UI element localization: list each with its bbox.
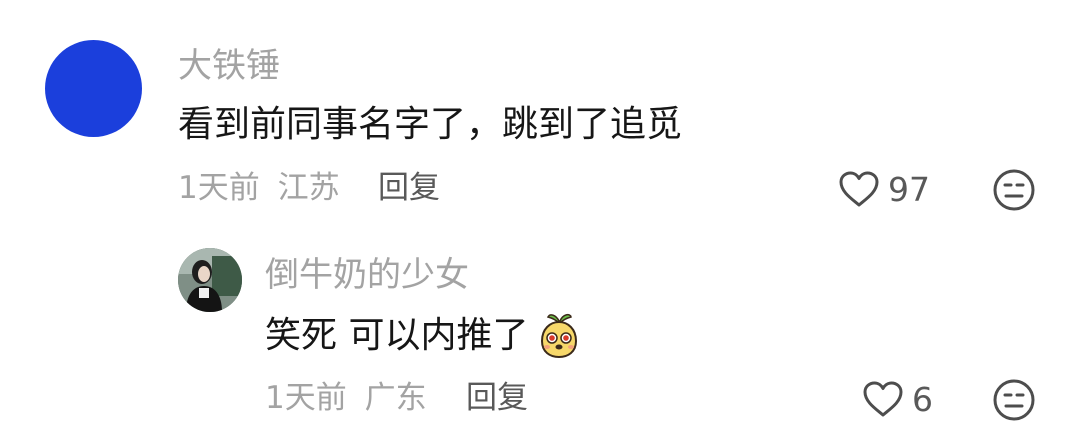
heart-outline-icon xyxy=(863,381,903,417)
comment-location: 广东 xyxy=(364,380,427,416)
reply-button[interactable]: 回复 xyxy=(378,173,440,204)
like-button[interactable]: 97 xyxy=(838,170,930,208)
dislike-button[interactable] xyxy=(992,168,1036,212)
like-count: 97 xyxy=(888,169,930,209)
like-count: 6 xyxy=(912,379,933,419)
comment-location: 江苏 xyxy=(277,170,340,206)
meh-face-icon xyxy=(993,379,1035,421)
comment-text: 看到前同事名字了，跳到了追觅 xyxy=(178,107,682,143)
comment-username[interactable]: 大铁锤 xyxy=(178,49,280,83)
comment-time: 1天前 xyxy=(178,170,260,206)
avatar[interactable] xyxy=(178,248,242,312)
comment-text: 笑死 可以内推了 xyxy=(265,311,584,361)
comment-text-body: 看到前同事名字了，跳到了追觅 xyxy=(178,104,683,145)
heart-outline-icon xyxy=(839,171,879,207)
reply-button[interactable]: 回复 xyxy=(466,383,528,414)
avatar-photo xyxy=(178,248,242,312)
dislike-button[interactable] xyxy=(992,378,1036,422)
like-button[interactable]: 6 xyxy=(862,380,933,418)
comment-meta: 1天前 广东 xyxy=(265,383,427,414)
comment-username[interactable]: 倒牛奶的少女 xyxy=(265,258,469,292)
meh-face-icon xyxy=(993,169,1035,211)
comment-meta: 1天前 江苏 xyxy=(178,173,340,204)
comment-time: 1天前 xyxy=(265,380,347,416)
comment-text-body: 笑死 可以内推了 xyxy=(265,315,529,356)
sprout-face-sticker xyxy=(534,311,584,361)
avatar[interactable] xyxy=(45,40,142,137)
